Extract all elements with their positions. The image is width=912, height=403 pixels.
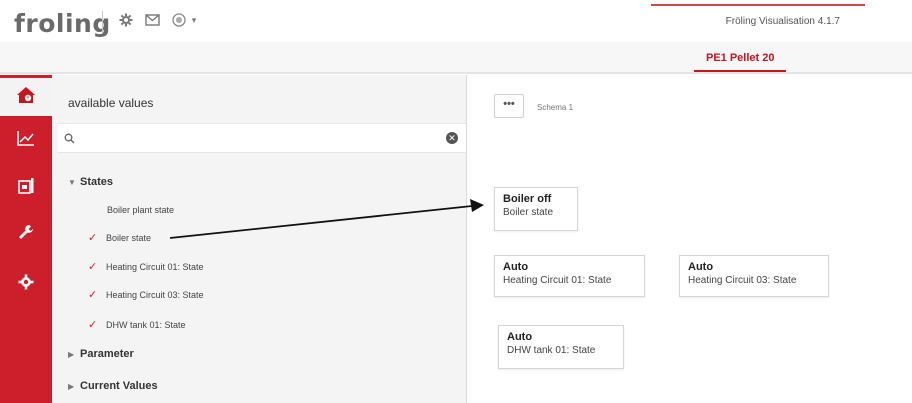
search-bar: ✕ <box>58 123 466 153</box>
caret-right-icon: ▶ <box>68 382 75 391</box>
caret-down-icon: ▼ <box>68 178 76 187</box>
sidebar-item-charts[interactable] <box>0 121 52 159</box>
chevron-down-icon[interactable]: ▾ <box>185 11 203 29</box>
gear-icon[interactable] <box>117 11 135 29</box>
tile-label: Heating Circuit 03: State <box>688 275 797 286</box>
check-icon: ✓ <box>88 232 98 244</box>
app-window: froling ▾ Fröling Visualisation 4.1.7 PE… <box>0 0 912 403</box>
tile-heating-circuit-03[interactable]: Auto Heating Circuit 03: State <box>679 255 829 297</box>
sidebar-item-settings[interactable] <box>0 265 52 303</box>
tree-item-heating-circuit-03-state[interactable]: ✓ Heating Circuit 03: State <box>88 288 204 301</box>
tile-label: Boiler state <box>503 207 554 218</box>
tile-heating-circuit-01[interactable]: Auto Heating Circuit 01: State <box>494 255 645 297</box>
tab-pe1-pellet-20[interactable]: PE1 Pellet 20 <box>706 52 775 64</box>
tree-item-heating-circuit-01-state[interactable]: ✓ Heating Circuit 01: State <box>88 260 204 273</box>
tree-group-current-values[interactable]: ▶ Current Values <box>68 380 158 392</box>
panel-title: available values <box>68 96 154 110</box>
top-accent-line <box>651 4 865 6</box>
more-options-button[interactable]: ••• <box>494 94 524 118</box>
tile-value: Auto <box>503 261 529 273</box>
top-header: froling ▾ Fröling Visualisation 4.1.7 <box>0 0 912 42</box>
boiler-icon <box>17 177 35 200</box>
tree-group-states[interactable]: ▼ States <box>68 176 113 188</box>
froling-logo: froling <box>14 9 111 38</box>
sidebar-item-home[interactable] <box>0 78 52 116</box>
header-divider <box>102 11 103 33</box>
wrench-icon <box>17 223 35 246</box>
search-icon <box>64 131 76 144</box>
check-icon: ✓ <box>88 319 98 331</box>
schema-name: Schema 1 <box>537 103 574 112</box>
clear-search-icon[interactable]: ✕ <box>446 132 458 144</box>
active-tab-underline <box>694 70 786 72</box>
check-icon: ✓ <box>88 289 98 301</box>
tree-item-boiler-state[interactable]: ✓ Boiler state <box>88 231 151 244</box>
tree-item-boiler-plant-state[interactable]: Boiler plant state <box>107 205 174 215</box>
sidebar-item-boiler[interactable] <box>0 169 52 207</box>
home-icon <box>16 86 36 109</box>
gear-icon <box>18 274 34 295</box>
tile-dhw-tank-01[interactable]: Auto DHW tank 01: State <box>498 325 624 369</box>
tile-value: Boiler off <box>503 193 552 205</box>
tile-label: DHW tank 01: State <box>507 345 596 356</box>
chart-icon <box>17 130 35 151</box>
check-icon: ✓ <box>88 261 98 273</box>
tree-group-parameter[interactable]: ▶ Parameter <box>68 348 134 360</box>
tile-label: Heating Circuit 01: State <box>503 275 612 286</box>
tile-value: Auto <box>507 331 533 343</box>
version-label: Fröling Visualisation 4.1.7 <box>725 16 840 27</box>
tile-value: Auto <box>688 261 714 273</box>
tile-boiler-state[interactable]: Boiler off Boiler state <box>494 187 578 231</box>
mail-icon[interactable] <box>143 11 161 29</box>
caret-right-icon: ▶ <box>68 350 75 359</box>
sidebar-item-service[interactable] <box>0 215 52 253</box>
tree-item-dhw-tank-01-state[interactable]: ✓ DHW tank 01: State <box>88 318 186 331</box>
search-input[interactable] <box>80 128 430 148</box>
sidebar-nav <box>0 75 52 403</box>
